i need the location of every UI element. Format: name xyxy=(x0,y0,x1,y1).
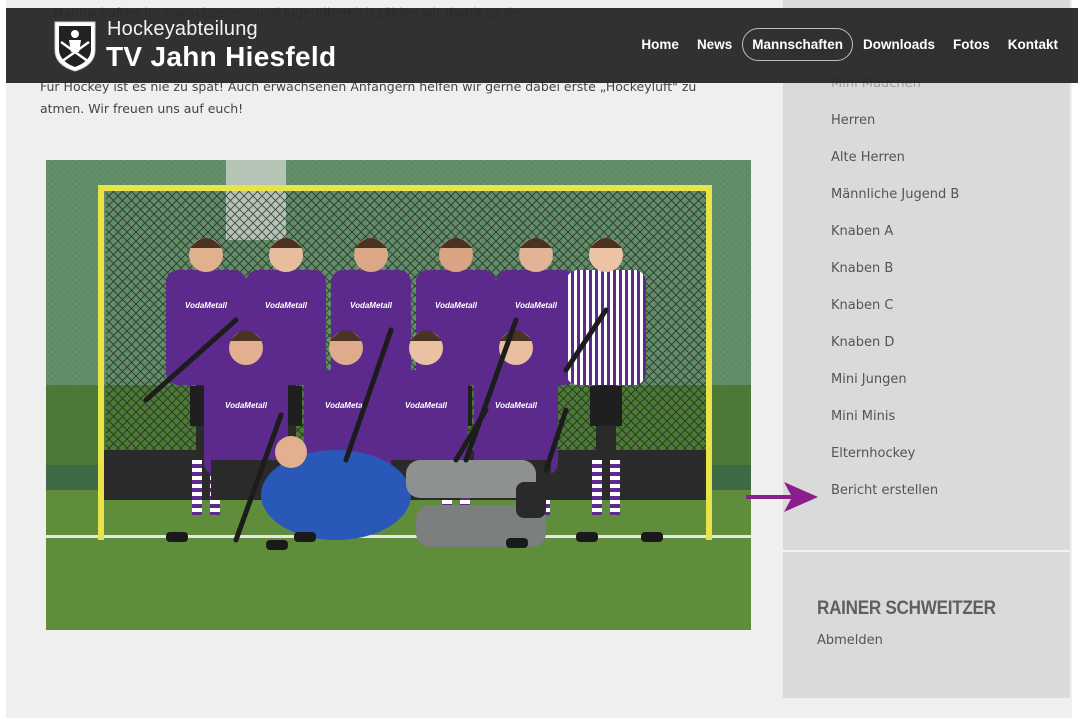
nav-fotos[interactable]: Fotos xyxy=(945,29,998,60)
sidebar-item-mini-minis[interactable]: Mini Minis xyxy=(831,409,895,424)
jersey-sponsor-text: VodaMetall xyxy=(515,301,558,310)
sidebar-item-herren[interactable]: Herren xyxy=(831,113,875,128)
sidebar-divider xyxy=(783,550,1070,552)
player-jersey xyxy=(474,370,558,475)
sidebar-item-alte-herren[interactable]: Alte Herren xyxy=(831,150,905,165)
user-name: RAINER SCHWEITZER xyxy=(817,598,996,619)
nav-news[interactable]: News xyxy=(689,29,740,60)
site-header: Hockeyabteilung TV Jahn Hiesfeld Home New… xyxy=(6,8,1078,83)
player-jersey xyxy=(496,270,576,385)
player-jersey xyxy=(416,270,496,385)
player-sock xyxy=(610,460,620,515)
intro-text-line-3: atmen. Wir freuen uns auf euch! xyxy=(40,101,244,116)
player-shoe xyxy=(166,532,188,542)
jersey-sponsor-text: VodaMetall xyxy=(265,301,308,310)
player-jersey xyxy=(566,270,646,385)
sidebar-item-mini-jungen[interactable]: Mini Jungen xyxy=(831,372,907,387)
jersey-sponsor-text: VodaMetall xyxy=(435,301,478,310)
player-shorts xyxy=(590,386,622,426)
player-jersey xyxy=(331,270,411,385)
sidebar-item-knaben-b[interactable]: Knaben B xyxy=(831,261,893,276)
player-jersey xyxy=(204,370,288,475)
jersey-sponsor-text: VodaMetall xyxy=(405,401,448,410)
pointer-arrow-icon xyxy=(746,482,818,512)
player-jersey xyxy=(166,270,246,385)
brand-subtitle: Hockeyabteilung xyxy=(107,18,258,40)
team-photo: VodaMetall VodaMetall VodaMetall VodaMetall… xyxy=(46,160,751,630)
jersey-sponsor-text: VodaMetall xyxy=(225,401,268,410)
player-shoe xyxy=(576,532,598,542)
nav-downloads[interactable]: Downloads xyxy=(855,29,943,60)
goalkeeper-head xyxy=(275,436,307,468)
player-jersey xyxy=(246,270,326,385)
nav-home[interactable]: Home xyxy=(633,29,687,60)
sidebar-item-männliche-jugend-b[interactable]: Männliche Jugend B xyxy=(831,187,959,202)
player-shoe xyxy=(506,538,528,548)
jersey-sponsor-text: VodaMetall xyxy=(350,301,393,310)
sidebar xyxy=(783,0,1070,698)
player-shoe xyxy=(294,532,316,542)
goalkeeper-glove xyxy=(516,482,546,518)
nav-mannschaften[interactable]: Mannschaften xyxy=(742,27,853,61)
sidebar-item-knaben-d[interactable]: Knaben D xyxy=(831,335,894,350)
jersey-sponsor-text: VodaMetall xyxy=(185,301,228,310)
logout-link[interactable]: Abmelden xyxy=(817,633,883,648)
club-logo-icon[interactable] xyxy=(52,20,98,72)
jersey-sponsor-text: VodaMetall xyxy=(495,401,538,410)
sidebar-item-elternhockey[interactable]: Elternhockey xyxy=(831,446,915,461)
player-shoe xyxy=(266,540,288,550)
player-shoe xyxy=(641,532,663,542)
player-sock xyxy=(192,460,202,515)
sidebar-item-knaben-c[interactable]: Knaben C xyxy=(831,298,893,313)
sidebar-item-bericht-erstellen[interactable]: Bericht erstellen xyxy=(831,483,938,498)
player-sock xyxy=(592,460,602,515)
nav-kontakt[interactable]: Kontakt xyxy=(1000,29,1066,60)
sidebar-item-knaben-a[interactable]: Knaben A xyxy=(831,224,893,239)
main-nav: Home News Mannschaften Downloads Fotos Kontak… xyxy=(631,25,1066,63)
brand-title[interactable]: TV Jahn Hiesfeld xyxy=(106,41,336,73)
